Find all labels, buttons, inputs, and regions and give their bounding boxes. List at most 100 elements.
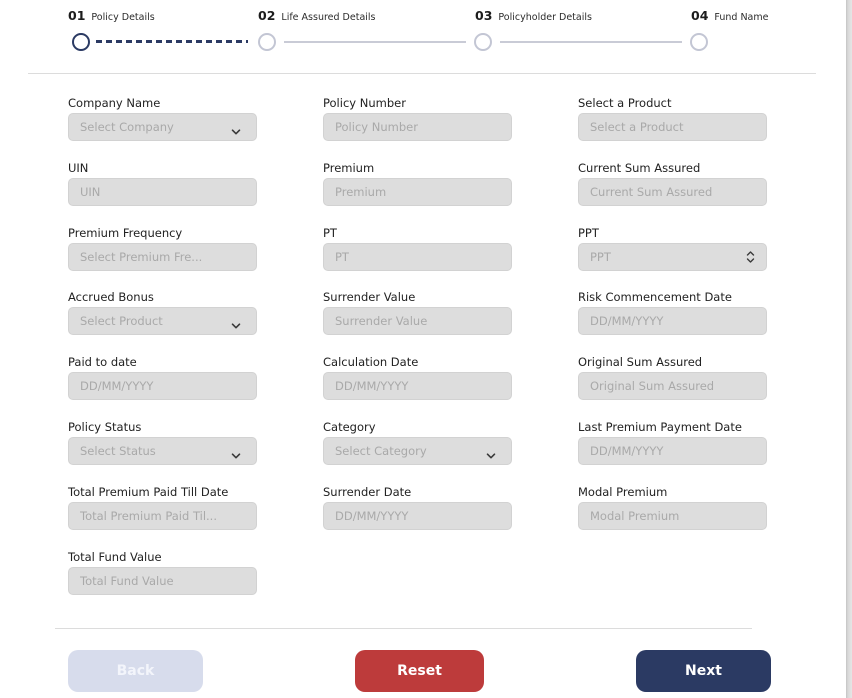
field-company-name: Company Name Select Company [68,96,257,141]
field-label: Current Sum Assured [578,161,701,175]
field-label: Modal Premium [578,485,668,499]
field-label: Total Fund Value [68,550,162,564]
field-select-a-product: Select a Product Select a Product [578,96,767,141]
field-label: Accrued Bonus [68,290,154,304]
premium-frequency-input[interactable]: Select Premium Fre... [68,243,257,271]
field-label: Original Sum Assured [578,355,703,369]
next-button[interactable]: Next [636,650,771,692]
policy-details-page: 01 Policy Details 02 Life Assured Detail… [0,0,846,698]
step-connector [284,41,466,43]
total-fund-value-input[interactable]: Total Fund Value [68,567,257,595]
step-title: Policyholder Details [498,12,592,23]
number-spinner[interactable] [746,250,755,264]
risk-commencement-date-date-input[interactable]: DD/MM/YYYY [578,307,767,335]
field-label: PPT [578,226,599,240]
placeholder-text: Current Sum Assured [590,185,713,199]
step-4-circle-icon[interactable] [690,33,708,51]
policy-status-select[interactable]: Select Status [68,437,257,465]
step-title: Policy Details [91,12,155,23]
field-label: Calculation Date [323,355,419,369]
step-3-label[interactable]: 03 Policyholder Details [475,8,592,23]
field-uin: UIN UIN [68,161,257,206]
field-current-sum-assured: Current Sum Assured Current Sum Assured [578,161,767,206]
step-4-label[interactable]: 04 Fund Name [691,8,768,23]
placeholder-text: Modal Premium [590,509,680,523]
step-1-circle-icon[interactable] [72,33,90,51]
field-label: Premium Frequency [68,226,183,240]
placeholder-text: Total Fund Value [80,574,174,588]
placeholder-text: Select Premium Fre... [80,250,203,264]
field-pt: PT PT [323,226,512,271]
calculation-date-date-input[interactable]: DD/MM/YYYY [323,372,512,400]
total-premium-paid-till-date-input[interactable]: Total Premium Paid Til... [68,502,257,530]
step-number: 03 [475,8,493,23]
placeholder-text: Select Status [80,444,156,458]
surrender-date-date-input[interactable]: DD/MM/YYYY [323,502,512,530]
chevron-up-icon[interactable] [746,250,755,257]
ppt-number-input[interactable]: PPT [578,243,767,271]
company-name-select[interactable]: Select Company [68,113,257,141]
select-a-product-input[interactable]: Select a Product [578,113,767,141]
field-label: Surrender Value [323,290,416,304]
field-label: Risk Commencement Date [578,290,732,304]
placeholder-text: Original Sum Assured [590,379,715,393]
chevron-down-icon[interactable] [486,446,496,459]
uin-input[interactable]: UIN [68,178,257,206]
field-accrued-bonus: Accrued Bonus Select Product [68,290,257,335]
field-label: PT [323,226,337,240]
scrollbar[interactable] [846,0,852,698]
field-surrender-date: Surrender Date DD/MM/YYYY [323,485,512,530]
placeholder-text: Select Category [335,444,427,458]
current-sum-assured-input[interactable]: Current Sum Assured [578,178,767,206]
placeholder-text: Premium [335,185,387,199]
field-policy-number: Policy Number Policy Number [323,96,512,141]
field-label: Category [323,420,376,434]
back-button[interactable]: Back [68,650,203,692]
placeholder-text: DD/MM/YYYY [335,509,409,523]
field-label: Premium [323,161,375,175]
step-2-circle-icon[interactable] [258,33,276,51]
step-2-label[interactable]: 02 Life Assured Details [258,8,376,23]
placeholder-text: DD/MM/YYYY [590,444,664,458]
field-original-sum-assured: Original Sum Assured Original Sum Assured [578,355,767,400]
surrender-value-input[interactable]: Surrender Value [323,307,512,335]
original-sum-assured-input[interactable]: Original Sum Assured [578,372,767,400]
chevron-down-icon[interactable] [231,122,241,135]
field-last-premium-payment-date: Last Premium Payment Date DD/MM/YYYY [578,420,767,465]
step-title: Fund Name [714,12,769,23]
paid-to-date-date-input[interactable]: DD/MM/YYYY [68,372,257,400]
policy-number-input[interactable]: Policy Number [323,113,512,141]
placeholder-text: Policy Number [335,120,418,134]
step-number: 04 [691,8,709,23]
placeholder-text: Surrender Value [335,314,428,328]
step-3-circle-icon[interactable] [474,33,492,51]
placeholder-text: Select Company [80,120,174,134]
step-connector [500,41,682,43]
divider [28,73,816,74]
field-label: UIN [68,161,89,175]
chevron-down-icon[interactable] [231,446,241,459]
accrued-bonus-select[interactable]: Select Product [68,307,257,335]
category-select[interactable]: Select Category [323,437,512,465]
step-1-label[interactable]: 01 Policy Details [68,8,155,23]
placeholder-text: PPT [590,250,611,264]
modal-premium-input[interactable]: Modal Premium [578,502,767,530]
chevron-down-icon[interactable] [746,257,755,264]
field-label: Total Premium Paid Till Date [68,485,229,499]
field-policy-status: Policy Status Select Status [68,420,257,465]
field-category: Category Select Category [323,420,512,465]
field-premium-frequency: Premium Frequency Select Premium Fre... [68,226,257,271]
field-calculation-date: Calculation Date DD/MM/YYYY [323,355,512,400]
placeholder-text: Select a Product [590,120,684,134]
field-label: Policy Status [68,420,142,434]
step-connector-progress [96,40,248,43]
field-label: Select a Product [578,96,672,110]
field-label: Surrender Date [323,485,412,499]
last-premium-payment-date-date-input[interactable]: DD/MM/YYYY [578,437,767,465]
premium-input[interactable]: Premium [323,178,512,206]
step-number: 01 [68,8,86,23]
reset-button[interactable]: Reset [355,650,484,692]
pt-input[interactable]: PT [323,243,512,271]
chevron-down-icon[interactable] [231,316,241,329]
placeholder-text: DD/MM/YYYY [590,314,664,328]
